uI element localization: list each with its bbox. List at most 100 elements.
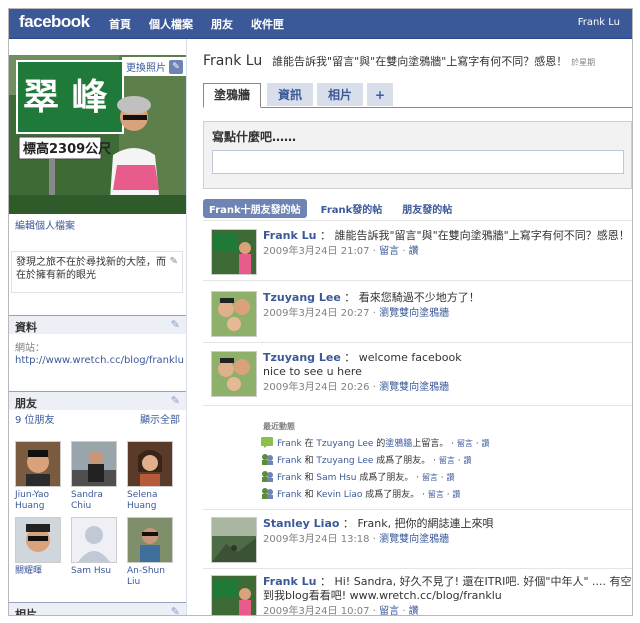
comment-link[interactable]: 留言 xyxy=(422,473,438,482)
post-body: Tzuyang Lee ： welcome facebook nice to s… xyxy=(263,351,632,395)
status-box[interactable]: 發現之旅不在於尋找新的大陸，而在於擁有新的眼光 ✎ xyxy=(11,251,183,293)
friend-name[interactable]: An-Shun Liu xyxy=(127,566,177,588)
friend-name[interactable]: 關耀暉 xyxy=(15,566,65,577)
activity-item: Frank 和 Sam Hsu 成爲了朋友。 · 留言 · 讚 xyxy=(261,470,621,483)
website-link[interactable]: http://www.wretch.cc/blog/franklu xyxy=(15,355,184,366)
wall-post-icon xyxy=(261,437,273,448)
post-avatar[interactable] xyxy=(211,229,257,275)
like-link[interactable]: 讚 xyxy=(482,439,490,448)
activity-target[interactable]: Kevin Liao xyxy=(316,490,362,500)
left-sidebar: 翠 峰 標高2309公尺 更換照片 ✎ 編輯個人檔案 發現之旅不在於尋找新的大陸… xyxy=(9,39,187,615)
post-avatar[interactable] xyxy=(211,291,257,337)
friend-name[interactable]: Selena Huang xyxy=(127,490,177,512)
divider xyxy=(203,342,632,343)
comment-link[interactable]: 留言 xyxy=(439,456,455,465)
activity-target[interactable]: Tzuyang Lee xyxy=(316,439,373,449)
pencil-icon[interactable]: ✎ xyxy=(170,256,178,267)
comment-link[interactable]: 留言 xyxy=(428,490,444,499)
friend-name[interactable]: Sam Hsu xyxy=(71,566,121,577)
comment-link[interactable]: 留言 xyxy=(457,439,473,448)
filter-all-posts[interactable]: Frank十朋友發的帖 xyxy=(203,199,307,218)
friend-item[interactable]: An-Shun Liu xyxy=(127,517,177,588)
tab-add-button[interactable]: + xyxy=(367,83,394,106)
friend-item[interactable]: 關耀暉 xyxy=(15,517,65,577)
friend-item[interactable]: Sam Hsu xyxy=(71,517,121,577)
wall-post: Frank Lu ： Hi! Sandra, 好久不見了! 還在ITRI吧. 好… xyxy=(203,575,632,616)
profile-picture[interactable]: 翠 峰 標高2309公尺 xyxy=(9,55,186,214)
post-avatar[interactable] xyxy=(211,517,257,563)
post-avatar[interactable] xyxy=(211,575,257,615)
like-link[interactable]: 讚 xyxy=(463,456,471,465)
activity-actor[interactable]: Frank xyxy=(277,456,302,466)
edit-profile-link[interactable]: 編輯個人檔案 xyxy=(15,217,75,232)
nav-inbox[interactable]: 收件匣 xyxy=(251,16,284,32)
friends-icon xyxy=(262,471,273,482)
comment-link[interactable]: 留言 xyxy=(379,606,399,615)
divider xyxy=(203,509,632,510)
view-wall-to-wall-link[interactable]: 瀏覽雙向塗鴉牆 xyxy=(379,308,449,319)
nav-home[interactable]: 首頁 xyxy=(109,16,131,32)
profile-photo-image: 翠 峰 標高2309公尺 xyxy=(9,55,186,214)
filter-my-posts[interactable]: Frank發的帖 xyxy=(315,199,389,218)
post-author[interactable]: Tzuyang Lee xyxy=(263,351,341,364)
post-text: 看來您騎過不少地方了！ xyxy=(358,291,480,304)
nav-friends[interactable]: 朋友 xyxy=(211,16,233,32)
post-meta: 2009年3月24日 21:07 · 留言 · 讚 xyxy=(263,246,419,257)
wall-post: Tzuyang Lee ： welcome facebook nice to s… xyxy=(203,351,632,397)
recent-activity-title: 最近動態 xyxy=(263,422,295,431)
pencil-icon[interactable]: ✎ xyxy=(171,318,180,331)
activity-actor[interactable]: Frank xyxy=(277,439,302,449)
view-wall-to-wall-link[interactable]: 瀏覽雙向塗鴉牆 xyxy=(379,382,449,393)
activity-actor[interactable]: Frank xyxy=(277,490,302,500)
activity-suffix: 上留言。 xyxy=(412,439,449,449)
post-author[interactable]: Stanley Liao xyxy=(263,517,339,530)
friends-count-link[interactable]: 9 位朋友 xyxy=(15,411,55,426)
tab-photos[interactable]: 相片 xyxy=(317,83,364,106)
composer-input[interactable] xyxy=(212,150,624,174)
post-author[interactable]: Frank Lu xyxy=(263,229,316,242)
post-author[interactable]: Frank Lu xyxy=(263,575,316,588)
pencil-icon[interactable]: ✎ xyxy=(171,394,180,407)
post-time: 2009年3月24日 10:07 xyxy=(263,606,370,616)
post-avatar[interactable] xyxy=(211,351,257,397)
friend-item[interactable]: Sandra Chiu xyxy=(71,441,121,512)
friend-item[interactable]: Selena Huang xyxy=(127,441,177,512)
current-user-link[interactable]: Frank Lu xyxy=(578,17,620,28)
friend-name[interactable]: Jiun-Yao Huang xyxy=(15,490,65,512)
filter-friend-posts[interactable]: 朋友發的帖 xyxy=(396,199,458,218)
friends-icon xyxy=(262,488,273,499)
post-text-line-2: nice to see u here xyxy=(263,365,362,378)
wall-post: Frank Lu ： 誰能告訴我"留言"與"在雙向塗鴉牆"上寫字有何不同？感恩！… xyxy=(203,229,632,275)
post-time: 2009年3月24日 20:26 xyxy=(263,382,370,393)
comment-link[interactable]: 留言 xyxy=(379,246,399,257)
info-section-header: 資料 ✎ xyxy=(9,315,186,334)
friend-name[interactable]: Sandra Chiu xyxy=(71,490,121,512)
friend-avatar[interactable] xyxy=(15,517,61,563)
post-author[interactable]: Tzuyang Lee xyxy=(263,291,341,304)
friend-avatar[interactable] xyxy=(15,441,61,487)
like-link[interactable]: 讚 xyxy=(447,473,455,482)
activity-actor[interactable]: Frank xyxy=(277,473,302,483)
activity-target[interactable]: Sam Hsu xyxy=(316,473,356,483)
friend-avatar[interactable] xyxy=(71,441,117,487)
pencil-icon[interactable]: ✎ xyxy=(171,605,180,615)
post-time: 2009年3月24日 20:27 xyxy=(263,308,370,319)
show-all-friends-link[interactable]: 顯示全部 xyxy=(140,411,180,426)
like-link[interactable]: 讚 xyxy=(409,606,419,615)
friend-avatar[interactable] xyxy=(71,517,117,563)
change-photo-button[interactable]: 更換照片 ✎ xyxy=(122,57,186,76)
activity-wall-link[interactable]: 塗鴉牆 xyxy=(385,439,412,449)
friend-item[interactable]: Jiun-Yao Huang xyxy=(15,441,65,512)
facebook-logo[interactable]: facebook xyxy=(19,12,90,32)
nav-profile[interactable]: 個人檔案 xyxy=(149,16,193,32)
view-wall-to-wall-link[interactable]: 瀏覽雙向塗鴉牆 xyxy=(379,534,449,545)
friend-avatar[interactable] xyxy=(127,517,173,563)
activity-target[interactable]: Tzuyang Lee xyxy=(316,456,373,466)
tab-wall[interactable]: 塗鴉牆 xyxy=(203,83,262,108)
svg-text:翠 峰: 翠 峰 xyxy=(23,77,108,118)
friend-avatar[interactable] xyxy=(127,441,173,487)
like-link[interactable]: 讚 xyxy=(452,490,460,499)
activity-connector: 在 xyxy=(304,439,314,449)
like-link[interactable]: 讚 xyxy=(409,246,419,257)
tab-info[interactable]: 資訊 xyxy=(267,83,314,106)
